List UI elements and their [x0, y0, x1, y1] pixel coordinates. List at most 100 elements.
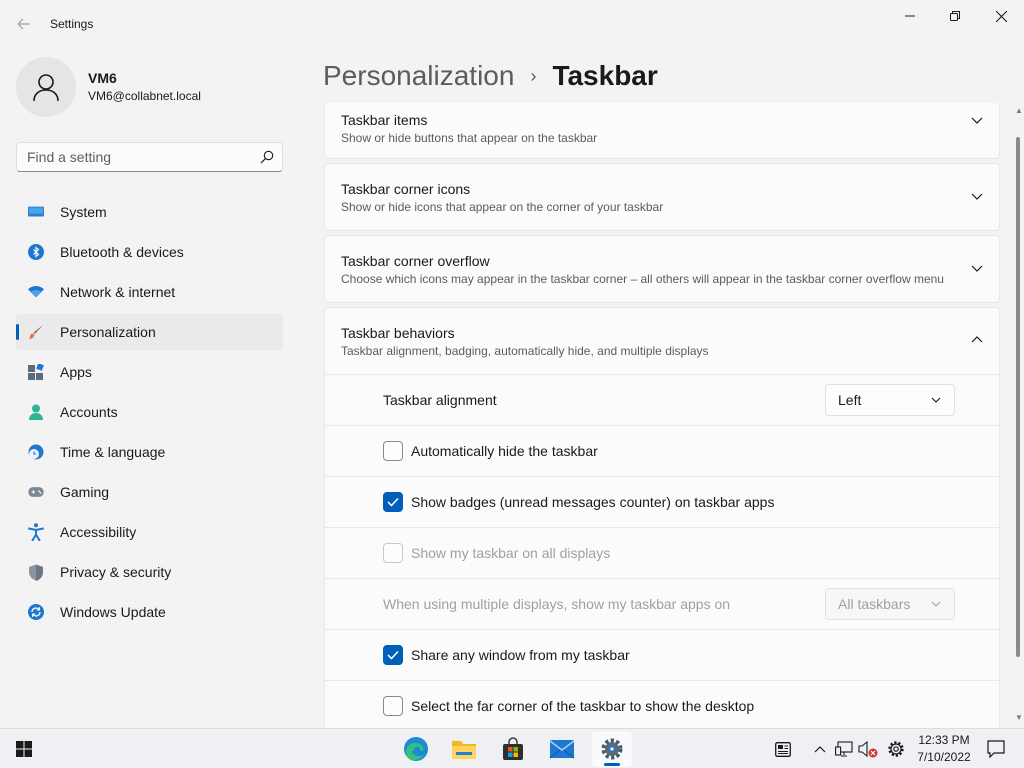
news-widget[interactable] — [773, 739, 793, 759]
sidebar-item-system[interactable]: System — [16, 194, 283, 230]
gamepad-icon — [28, 484, 44, 500]
minimize-icon — [905, 15, 915, 17]
network-status[interactable] — [834, 739, 854, 759]
monitor-icon — [28, 204, 44, 220]
share-window-row[interactable]: Share any window from my taskbar — [324, 630, 1000, 681]
multi-display-select: All taskbars — [825, 588, 955, 620]
gear-icon — [888, 741, 904, 757]
sidebar-item-label: System — [60, 204, 107, 220]
section-taskbar-corner-overflow[interactable]: Taskbar corner overflow Choose which ico… — [324, 235, 1000, 303]
back-arrow-icon — [17, 18, 30, 30]
badges-label[interactable]: Show badges (unread messages counter) on… — [411, 494, 774, 510]
scroll-thumb[interactable] — [1016, 137, 1020, 657]
sidebar-item-label: Gaming — [60, 484, 110, 500]
taskbar-app-settings[interactable] — [592, 731, 632, 767]
accounts-icon — [28, 404, 44, 420]
maximize-button[interactable] — [932, 0, 978, 32]
sidebar-item-accounts[interactable]: Accounts — [16, 394, 283, 430]
person-icon — [33, 74, 59, 102]
section-taskbar-corner-icons[interactable]: Taskbar corner icons Show or hide icons … — [324, 163, 1000, 231]
section-description: Choose which icons may appear in the tas… — [341, 272, 944, 286]
taskbar-app-mail[interactable] — [542, 731, 582, 767]
chevron-down-icon[interactable] — [969, 260, 985, 276]
sidebar-item-windows-update[interactable]: Windows Update — [16, 594, 283, 630]
settings-content: Taskbar items Show or hide buttons that … — [324, 103, 1000, 728]
network-icon — [835, 741, 853, 757]
all-displays-label: Show my taskbar on all displays — [411, 545, 611, 561]
multi-display-label: When using multiple displays, show my ta… — [383, 596, 731, 612]
sidebar-item-personalization[interactable]: Personalization — [16, 314, 283, 350]
volume-status[interactable] — [858, 739, 878, 759]
app-title: Settings — [50, 17, 94, 31]
start-icon — [16, 741, 32, 757]
sidebar-item-label: Accounts — [60, 404, 118, 420]
settings-icon — [601, 738, 623, 760]
back-button[interactable] — [12, 12, 36, 36]
section-description: Show or hide icons that appear on the co… — [341, 200, 664, 214]
edge-icon — [404, 737, 428, 761]
scroll-down-icon[interactable]: ▼ — [1015, 713, 1023, 722]
section-taskbar-behaviors[interactable]: Taskbar behaviors Taskbar alignment, bad… — [324, 307, 1000, 375]
chevron-up-icon[interactable] — [969, 332, 985, 348]
notification-button[interactable] — [986, 739, 1006, 759]
auto-hide-checkbox[interactable] — [383, 441, 403, 461]
settings-tray-button[interactable] — [886, 739, 906, 759]
clock-globe-icon — [28, 444, 44, 460]
sidebar-item-bluetooth[interactable]: Bluetooth & devices — [16, 234, 283, 270]
breadcrumb: Personalization › Taskbar — [323, 58, 658, 94]
start-button[interactable] — [4, 731, 44, 767]
far-corner-label[interactable]: Select the far corner of the taskbar to … — [411, 698, 754, 714]
badges-checkbox[interactable] — [383, 492, 403, 512]
paintbrush-icon — [28, 324, 44, 340]
file-explorer-icon — [452, 741, 476, 759]
section-description: Taskbar alignment, badging, automaticall… — [341, 344, 709, 358]
scrollbar[interactable]: ▲ ▼ — [1012, 103, 1024, 728]
close-icon — [995, 10, 1007, 22]
auto-hide-row[interactable]: Automatically hide the taskbar — [324, 426, 1000, 477]
volume-muted-icon — [858, 740, 878, 758]
user-profile[interactable]: VM6 VM6@collabnet.local — [16, 57, 201, 117]
wifi-icon — [28, 284, 44, 300]
far-corner-row[interactable]: Select the far corner of the taskbar to … — [324, 681, 1000, 728]
close-button[interactable] — [978, 0, 1024, 32]
sidebar-item-label: Accessibility — [60, 524, 137, 540]
share-window-checkbox[interactable] — [383, 645, 403, 665]
scroll-up-icon[interactable]: ▲ — [1015, 106, 1023, 115]
search-icon[interactable] — [252, 150, 282, 164]
taskbar-clock[interactable]: 12:33 PM 7/10/2022 — [908, 732, 980, 766]
sidebar-item-label: Time & language — [60, 444, 166, 460]
title-bar: Settings — [0, 0, 1024, 48]
taskbar-app-store[interactable] — [493, 731, 533, 767]
taskbar-alignment-select[interactable]: Left — [825, 384, 955, 416]
sidebar-item-gaming[interactable]: Gaming — [16, 474, 283, 510]
search-input[interactable] — [17, 149, 252, 165]
sidebar-item-time-language[interactable]: Time & language — [16, 434, 283, 470]
shield-icon — [28, 564, 44, 581]
user-name: VM6 — [88, 70, 117, 86]
tray-overflow-button[interactable] — [810, 739, 830, 759]
sidebar-item-network[interactable]: Network & internet — [16, 274, 283, 310]
sidebar-item-label: Network & internet — [60, 284, 176, 300]
chevron-up-icon — [814, 746, 826, 753]
chevron-down-icon — [931, 397, 941, 403]
far-corner-checkbox[interactable] — [383, 696, 403, 716]
auto-hide-label[interactable]: Automatically hide the taskbar — [411, 443, 598, 459]
taskbar-app-edge[interactable] — [396, 731, 436, 767]
breadcrumb-parent[interactable]: Personalization — [323, 60, 514, 92]
share-window-label[interactable]: Share any window from my taskbar — [411, 647, 630, 663]
sidebar-item-privacy-security[interactable]: Privacy & security — [16, 554, 283, 590]
section-title: Taskbar corner overflow — [341, 253, 490, 269]
all-displays-row: Show my taskbar on all displays — [324, 528, 1000, 579]
badges-row[interactable]: Show badges (unread messages counter) on… — [324, 477, 1000, 528]
taskbar-app-file-explorer[interactable] — [444, 731, 484, 767]
sidebar-item-accessibility[interactable]: Accessibility — [16, 514, 283, 550]
chevron-down-icon[interactable] — [969, 188, 985, 204]
multi-display-value: All taskbars — [838, 596, 911, 612]
sidebar-item-apps[interactable]: Apps — [16, 354, 283, 390]
minimize-button[interactable] — [887, 0, 933, 32]
sidebar-item-label: Privacy & security — [60, 564, 172, 580]
search-box[interactable] — [16, 142, 283, 172]
section-taskbar-items[interactable]: Taskbar items Show or hide buttons that … — [324, 103, 1000, 159]
avatar[interactable] — [16, 57, 76, 117]
chevron-down-icon[interactable] — [969, 112, 985, 128]
